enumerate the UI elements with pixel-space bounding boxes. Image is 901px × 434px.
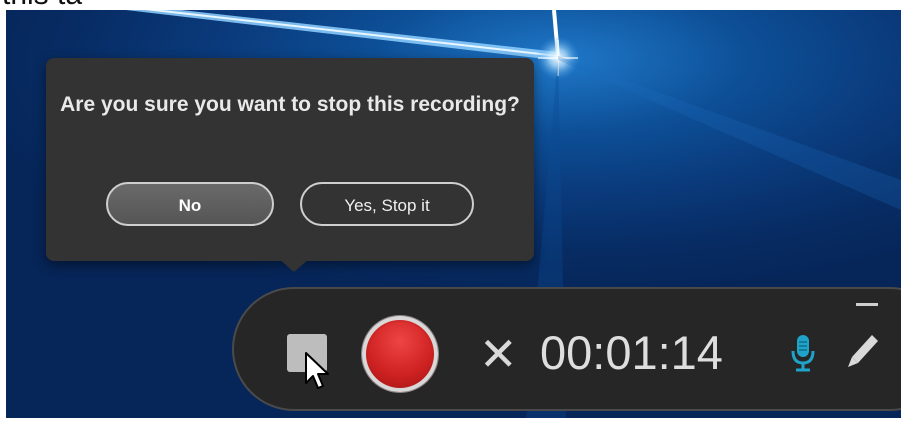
screen: this ta Are you sure you want to stop th… [0, 0, 901, 434]
stop-confirm-dialog: Are you sure you want to stop this recor… [46, 58, 534, 261]
record-icon [368, 322, 432, 386]
cut-off-heading: this ta [2, 0, 82, 10]
yes-stop-button[interactable]: Yes, Stop it [300, 182, 474, 226]
pen-icon[interactable] [846, 333, 880, 371]
dialog-arrow [278, 258, 310, 272]
bottom-border [0, 418, 901, 434]
cancel-icon[interactable]: ✕ [479, 331, 518, 377]
microphone-icon[interactable] [790, 333, 816, 373]
record-button[interactable] [362, 316, 438, 392]
recording-toolbar: ✕ 00:01:14 [232, 287, 901, 411]
top-strip: this ta [0, 0, 901, 10]
minimize-icon[interactable] [856, 303, 878, 306]
cursor-icon [305, 352, 329, 389]
no-button[interactable]: No [106, 182, 274, 226]
dialog-question: Are you sure you want to stop this recor… [60, 93, 520, 116]
recording-timer: 00:01:14 [540, 326, 723, 379]
